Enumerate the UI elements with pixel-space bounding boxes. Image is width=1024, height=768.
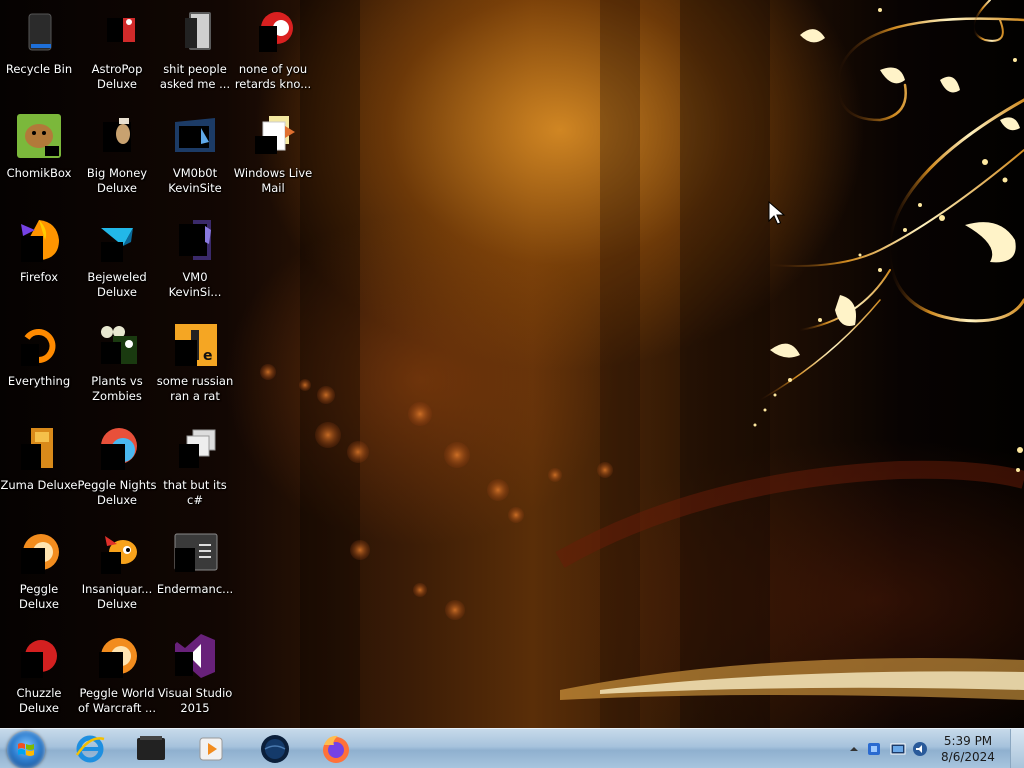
big-money-icon bbox=[93, 112, 141, 160]
desktop-icon-windows-live-mail[interactable]: Windows Live Mail bbox=[234, 104, 312, 208]
show-desktop-button[interactable] bbox=[1010, 729, 1024, 768]
taskbar: 5:39 PM 8/6/2024 bbox=[0, 728, 1024, 768]
desktop-icon-recycle-bin[interactable]: Recycle Bin bbox=[0, 0, 78, 104]
plants-vs-zombies-icon bbox=[93, 320, 141, 368]
folder-icon bbox=[137, 736, 165, 760]
golden-swirl-ornament bbox=[759, 0, 1024, 401]
desktop-icon-firefox[interactable]: Firefox bbox=[0, 208, 78, 312]
desktop-icon-label: Chuzzle Deluxe bbox=[16, 686, 62, 715]
taskbar-media-player[interactable] bbox=[185, 731, 237, 767]
desktop-icon-endermanch[interactable]: Endermanc... bbox=[156, 520, 234, 624]
folder-icon bbox=[171, 8, 219, 56]
desktop-icon-some-russian[interactable]: e some russian ran a rat bbox=[156, 312, 234, 416]
taskbar-firefox[interactable] bbox=[310, 731, 362, 767]
desktop-icon-label: Peggle Deluxe bbox=[19, 582, 59, 611]
tray-app-icon[interactable] bbox=[866, 741, 882, 757]
taskbar-globe-app[interactable] bbox=[249, 731, 301, 767]
desktop-icon-label: Windows Live Mail bbox=[233, 166, 313, 195]
desktop-icon-chuzzle-deluxe[interactable]: Chuzzle Deluxe bbox=[0, 624, 78, 728]
terminal-window-icon bbox=[171, 528, 219, 576]
desktop-icon-label: VM0 KevinSi... bbox=[168, 270, 222, 299]
desktop-icon-label: Endermanc... bbox=[156, 582, 234, 596]
visual-studio-icon bbox=[171, 632, 219, 680]
globe-icon bbox=[261, 735, 289, 763]
desktop-icon-label: Big Money Deluxe bbox=[86, 166, 148, 195]
desktop-icon-label: ChomikBox bbox=[6, 166, 72, 180]
desktop-icon-plants-vs-zombies[interactable]: Plants vs Zombies bbox=[78, 312, 156, 416]
desktop-icon-vm0-kevinsite[interactable]: VM0 KevinSi... bbox=[156, 208, 234, 312]
mail-icon bbox=[249, 112, 297, 160]
desktop-icon-bejeweled-deluxe[interactable]: Bejeweled Deluxe bbox=[78, 208, 156, 312]
desktop-icon-shit-people[interactable]: shit people asked me ... bbox=[156, 0, 234, 104]
chomikbox-icon bbox=[15, 112, 63, 160]
volume-icon[interactable] bbox=[912, 741, 928, 757]
firefox-icon bbox=[323, 735, 349, 763]
taskbar-clock[interactable]: 5:39 PM 8/6/2024 bbox=[938, 733, 998, 765]
peggle-icon bbox=[15, 528, 63, 576]
bejeweled-icon bbox=[93, 216, 141, 264]
start-button[interactable] bbox=[7, 731, 45, 768]
system-tray: 5:39 PM 8/6/2024 bbox=[834, 729, 1024, 768]
firefox-icon bbox=[15, 216, 63, 264]
desktop-icon-peggle-deluxe[interactable]: Peggle Deluxe bbox=[0, 520, 78, 624]
desktop-icon-label: that but its c# bbox=[163, 478, 227, 507]
astropop-icon bbox=[93, 8, 141, 56]
desktop-icon-zuma-deluxe[interactable]: Zuma Deluxe bbox=[0, 416, 78, 520]
desktop-icon-label: Insaniquar... Deluxe bbox=[81, 582, 153, 611]
clock-date: 8/6/2024 bbox=[941, 750, 995, 764]
peggle-wow-icon bbox=[93, 632, 141, 680]
desktop-icon-visual-studio-2015[interactable]: Visual Studio 2015 bbox=[156, 624, 234, 728]
desktop-icon-peggle-nights[interactable]: Peggle Nights Deluxe bbox=[77, 416, 157, 520]
desktop-icon-label: Peggle World of Warcraft ... bbox=[78, 686, 156, 715]
desktop-icon-big-money-deluxe[interactable]: Big Money Deluxe bbox=[78, 104, 156, 208]
red-app-icon bbox=[249, 8, 297, 56]
orange-app-icon: e bbox=[171, 320, 219, 368]
chuzzle-icon bbox=[15, 632, 63, 680]
desktop-icon-insaniquarium[interactable]: Insaniquar... Deluxe bbox=[78, 520, 156, 624]
desktop-icon-grid: Recycle Bin AstroPop Deluxe shit people … bbox=[0, 0, 320, 728]
zuma-icon bbox=[15, 424, 63, 472]
recycle-bin-icon bbox=[15, 8, 63, 56]
desktop-icon-label: some russian ran a rat bbox=[156, 374, 234, 403]
desktop-icon-label: Plants vs Zombies bbox=[91, 374, 143, 403]
mouse-cursor bbox=[768, 201, 786, 225]
stacked-windows-icon bbox=[171, 424, 219, 472]
svg-text:e: e bbox=[203, 348, 213, 364]
peggle-nights-icon bbox=[93, 424, 141, 472]
show-hidden-icons-icon[interactable] bbox=[846, 741, 862, 757]
desktop-icon-label: Recycle Bin bbox=[5, 62, 73, 76]
desktop-icon-everything[interactable]: Everything bbox=[0, 312, 78, 416]
desktop-icon-label: Firefox bbox=[19, 270, 59, 284]
desktop-icon-label: Zuma Deluxe bbox=[0, 478, 78, 492]
desktop-icon-label: Peggle Nights Deluxe bbox=[77, 478, 157, 507]
clock-time: 5:39 PM bbox=[943, 734, 993, 748]
vm-shortcut-icon bbox=[171, 216, 219, 264]
golden-leaves bbox=[770, 29, 1020, 358]
desktop-icon-label: Visual Studio 2015 bbox=[157, 686, 233, 715]
desktop-icon-label: VM0b0t KevinSite bbox=[168, 166, 222, 195]
desktop-icon-peggle-world-of-warcraft[interactable]: Peggle World of Warcraft ... bbox=[78, 624, 156, 728]
desktop-icon-label: none of you retards kno... bbox=[234, 62, 312, 91]
desktop-icon-label: Bejeweled Deluxe bbox=[87, 270, 147, 299]
everything-search-icon bbox=[15, 320, 63, 368]
desktop-icon-chomikbox[interactable]: ChomikBox bbox=[0, 104, 78, 208]
desktop-icon-label: Everything bbox=[7, 374, 71, 388]
desktop-icon-label: shit people asked me ... bbox=[159, 62, 231, 91]
media-player-icon bbox=[199, 737, 223, 761]
desktop-icon-that-but-its-c[interactable]: that but its c# bbox=[156, 416, 234, 520]
windows-logo-icon bbox=[18, 743, 34, 756]
desktop-icon-label: AstroPop Deluxe bbox=[91, 62, 143, 91]
desktop-icon-none-of-you[interactable]: none of you retards kno... bbox=[234, 0, 312, 104]
taskbar-folder[interactable] bbox=[125, 731, 177, 767]
taskbar-internet-explorer[interactable] bbox=[64, 731, 116, 767]
desktop-icon-vm0b0t-kevinsite[interactable]: VM0b0t KevinSite bbox=[156, 104, 234, 208]
insaniquarium-fish-icon bbox=[93, 528, 141, 576]
internet-explorer-icon bbox=[75, 735, 105, 763]
network-icon[interactable] bbox=[890, 741, 906, 757]
vm-shortcut-icon bbox=[171, 112, 219, 160]
desktop-icon-astropop-deluxe[interactable]: AstroPop Deluxe bbox=[78, 0, 156, 104]
